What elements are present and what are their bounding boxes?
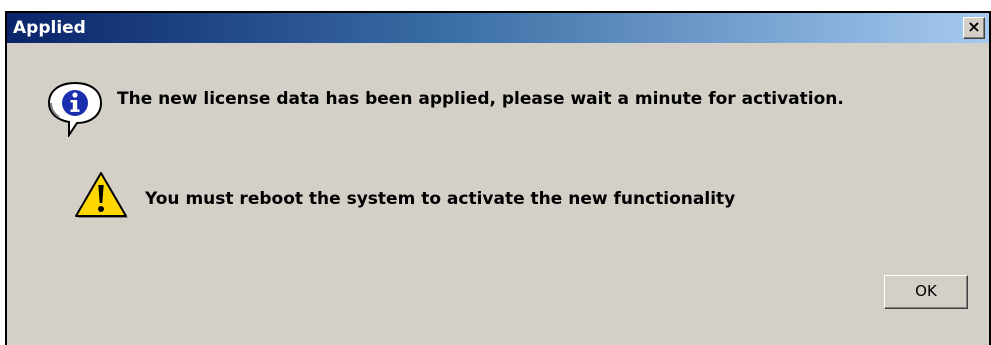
ok-button[interactable]: OK [884, 275, 968, 309]
close-icon: × [967, 17, 981, 36]
dialog-window: Applied × The new license data has been … [5, 11, 991, 345]
warning-message: You must reboot the system to activate t… [145, 189, 736, 209]
info-icon [45, 77, 105, 139]
dialog-title: Applied [13, 18, 86, 38]
info-message: The new license data has been applied, p… [117, 89, 844, 109]
warning-icon [73, 170, 129, 220]
title-bar[interactable]: Applied × [7, 13, 989, 43]
close-button[interactable]: × [963, 17, 985, 39]
